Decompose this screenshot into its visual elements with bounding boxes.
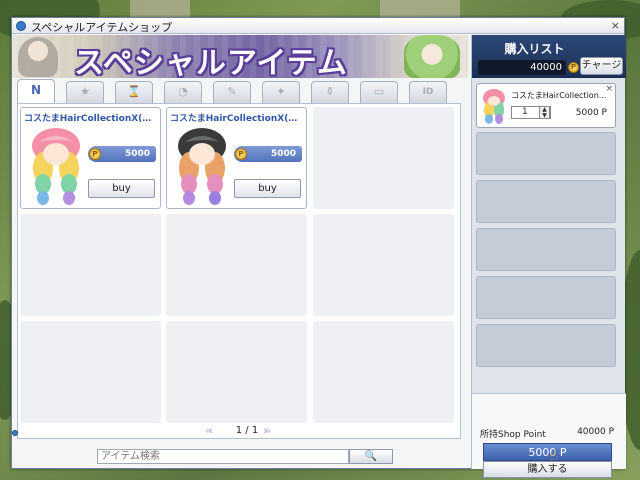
item-grid: コスたまHairCollectionX(明... 5000 P buy コスたま… (17, 103, 461, 439)
item-name: コスたまHairCollectionX(明... (24, 114, 159, 124)
banner-character-right (404, 35, 460, 78)
empty-item-slot (313, 107, 454, 209)
cart-item-price: 5000 P (575, 108, 607, 118)
hair-thumbnail-icon (483, 89, 505, 124)
coin-icon: P (89, 148, 101, 160)
empty-cart-slot (476, 276, 616, 319)
empty-cart-slot (476, 180, 616, 223)
page-indicator: 1 / 1 (235, 425, 259, 436)
empty-item-slot (20, 214, 161, 316)
tab-star-icon[interactable]: ★ (66, 81, 104, 103)
tab-potion-icon[interactable]: ⚱ (311, 81, 349, 103)
background-stone (130, 0, 190, 17)
empty-cart-slot (476, 132, 616, 175)
cart-title: 購入リスト (504, 42, 565, 56)
search-icon[interactable]: 🔍 (349, 449, 393, 464)
tab-shield-icon[interactable]: ✎ (213, 81, 251, 103)
search-input[interactable] (97, 449, 349, 464)
window-icon (16, 21, 26, 31)
background-stone (380, 0, 460, 17)
shop-point-label: 所持Shop Point (480, 430, 546, 440)
cart-header: 購入リスト 40000 P チャージ (472, 35, 626, 78)
cart-item-name: コスたまHairCollection... (511, 91, 607, 100)
purchase-button[interactable]: 購入する (483, 461, 612, 478)
pagination: «‹ 1 / 1 ›» (205, 424, 305, 438)
tab-sparkle-icon[interactable]: ✦ (262, 81, 300, 103)
cart-panel: 購入リスト 40000 P チャージ コスたまHairCollection...… (471, 35, 626, 478)
buy-button[interactable]: buy (88, 179, 155, 198)
cart-balance: 40000 (478, 60, 566, 75)
tab-box-icon[interactable]: ▭ (360, 81, 398, 103)
window-title: スペシャルアイテムショップ (31, 21, 173, 34)
shop-point-value: 40000 P (577, 427, 614, 437)
next-page-icon[interactable]: ›» (263, 424, 271, 437)
window-handle[interactable] (12, 430, 18, 436)
empty-cart-slot (476, 228, 616, 271)
prev-page-icon[interactable]: «‹ (205, 424, 213, 437)
quantity-stepper[interactable]: ▲ ▼ (539, 106, 550, 119)
empty-item-slot (166, 321, 307, 423)
coin-icon: P (568, 62, 579, 73)
tab-clock-icon[interactable]: ◔ (164, 81, 202, 103)
buy-button[interactable]: buy (234, 179, 301, 198)
remove-item-icon[interactable]: × (605, 84, 613, 94)
empty-item-slot (166, 214, 307, 316)
banner-character-left (18, 37, 58, 77)
hand-cursor-icon: ☝ (549, 448, 558, 464)
banner: スペシャルアイテム (12, 35, 468, 78)
item-card: コスたまHairCollectionX(暗... 5000 P buy (166, 107, 307, 209)
empty-item-slot (313, 214, 454, 316)
category-tabs: N ★ ⌛ ◔ ✎ ✦ ⚱ ▭ ID (17, 79, 460, 104)
coin-icon: P (235, 148, 247, 160)
item-card: コスたまHairCollectionX(明... 5000 P buy (20, 107, 161, 209)
empty-cart-slot (476, 324, 616, 367)
total-price: 5000 P (483, 443, 612, 461)
tab-new[interactable]: N (17, 79, 55, 104)
item-name: コスたまHairCollectionX(暗... (170, 114, 305, 124)
charge-button[interactable]: チャージ (580, 57, 623, 75)
cart-item: コスたまHairCollection... 1 ▲ ▼ 5000 P × (476, 83, 616, 128)
tab-hourglass-icon[interactable]: ⌛ (115, 81, 153, 103)
banner-title: スペシャルアイテム (74, 46, 348, 78)
tab-id-card-icon[interactable]: ID (409, 81, 447, 103)
hair-rainbow-dark-icon (178, 128, 226, 205)
search-bar: 🔍 (97, 449, 393, 464)
empty-item-slot (20, 321, 161, 423)
hair-rainbow-light-icon (32, 128, 80, 205)
empty-item-slot (313, 321, 454, 423)
title-bar[interactable]: スペシャルアイテムショップ × (12, 18, 624, 34)
close-icon[interactable]: × (611, 19, 620, 32)
